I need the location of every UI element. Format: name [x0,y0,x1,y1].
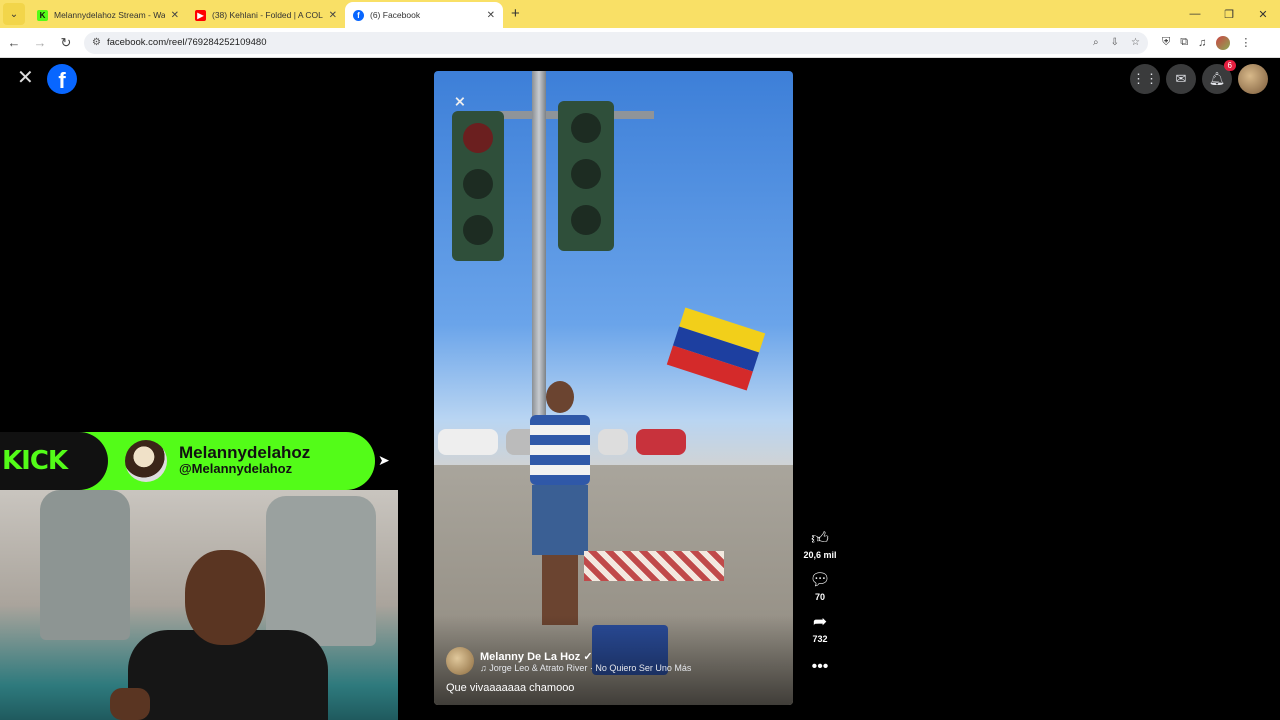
close-tab-icon[interactable]: ✕ [329,10,337,21]
music-note-icon: ♫ [480,662,487,673]
chair [266,496,376,646]
facebook-logo-icon[interactable]: f [47,64,77,94]
kick-logo: KICK [0,432,108,490]
close-window-icon[interactable]: ✕ [1246,0,1280,28]
media-control-icon[interactable]: ♫ [1198,37,1206,49]
coffee-table [584,551,724,581]
cars [434,429,793,463]
close-tab-icon[interactable]: ✕ [487,10,495,21]
verified-icon: ✓ [583,650,593,663]
tab-title: (6) Facebook [370,10,421,20]
tab-search-button[interactable]: ⌄ [3,3,25,25]
menu-kebab-icon[interactable]: ⋮ [1240,36,1251,49]
reel-caption: Que vivaaaaaaa chamooo [446,682,575,694]
menu-grid-icon[interactable]: ⋮⋮ [1130,64,1160,94]
account-avatar[interactable] [1238,64,1268,94]
venezuela-flag [666,307,766,391]
streamer-avatar [125,440,167,482]
tab-title: Melannydelahoz Stream - Watc [54,10,165,20]
tab-strip: ⌄ K Melannydelahoz Stream - Watc ✕ ▶ (38… [0,0,1280,28]
comment-count: 70 [814,592,825,602]
streamer-name: Melannydelahoz [179,443,311,462]
streamer-head [185,550,265,645]
streamer-handle: @Melannydelahoz [179,461,293,476]
tab-youtube[interactable]: ▶ (38) Kehlani - Folded | A COLOR ✕ [187,2,345,28]
back-icon[interactable]: ← [2,31,26,55]
share-count: 732 [812,634,828,644]
share-button[interactable]: ➦ 732 [812,612,827,644]
address-bar[interactable]: ⚙ facebook.com/reel/769284252109480 ⌕ ⇩ … [84,31,1148,54]
youtube-icon: ▶ [195,9,206,21]
streamer-hand [110,688,150,720]
tab-facebook[interactable]: f (6) Facebook ✕ [345,2,503,28]
install-app-icon[interactable]: ⇩ [1111,37,1119,48]
top-right-nav: ⋮⋮ ✉ 🔔︎ 6 [1130,60,1268,94]
comment-button[interactable]: 💬︎ 70 [809,570,831,602]
url-text: facebook.com/reel/769284252109480 [106,37,267,48]
reel-author[interactable]: Melanny De La Hoz ✓ ♫ Jorge Leo & Atrato… [446,647,691,675]
new-tab-button[interactable]: + [511,5,520,22]
author-name[interactable]: Melanny De La Hoz ✓ [480,650,691,663]
profile-icon[interactable] [1216,35,1231,50]
facebook-icon: f [353,9,364,21]
thumbs-up-icon: 👍︎ [811,529,829,548]
reload-icon[interactable]: ↻ [54,31,78,55]
tab-title: (38) Kehlani - Folded | A COLOR [212,10,323,20]
kick-icon: K [37,9,48,21]
forward-icon[interactable]: → [28,31,52,55]
bookmark-star-icon[interactable]: ☆ [1131,37,1140,48]
mouse-cursor-icon: ➤ [378,452,390,468]
author-avatar[interactable] [446,647,474,675]
more-options-icon[interactable]: ••• [812,658,829,676]
notifications-bell-icon[interactable]: 🔔︎ 6 [1202,60,1236,94]
window-controls: — ❐ ✕ [1178,0,1280,28]
capcut-watermark-icon: ⨯ [454,93,466,109]
site-info-icon[interactable]: ⚙ [92,37,101,48]
browser-toolbar: ← → ↻ ⚙ facebook.com/reel/76928425210948… [0,28,1280,58]
tab-kick[interactable]: K Melannydelahoz Stream - Watc ✕ [29,2,187,28]
woman-figure [514,381,604,631]
share-icon: ➦ [812,612,828,631]
like-button[interactable]: 👍︎ 20,6 mil [803,528,836,560]
extensions-area: ⛨ ⧉ ♫ ⋮ [1162,35,1251,50]
traffic-light [558,101,614,251]
reel-video[interactable]: ⨯ Melanny De La Hoz ✓ ♫ Jorge Leo & Atra… [434,71,793,705]
messenger-icon[interactable]: ✉ [1166,64,1196,94]
traffic-light [452,111,504,261]
close-icon[interactable]: ✕ [17,68,37,88]
minimize-icon[interactable]: — [1178,0,1212,28]
restore-icon[interactable]: ❐ [1212,0,1246,28]
shield-icon[interactable]: ⛨ [1162,36,1170,49]
zoom-icon[interactable]: ⌕ [1093,37,1099,48]
comment-icon: 💬︎ [809,570,831,589]
chair [40,490,130,640]
reel-actions: 👍︎ 20,6 mil 💬︎ 70 ➦ 732 ••• [800,528,840,676]
reel-song[interactable]: ♫ Jorge Leo & Atrato River · No Quiero S… [480,663,691,673]
like-count: 20,6 mil [803,550,837,560]
close-tab-icon[interactable]: ✕ [171,10,179,21]
notification-badge: 6 [1223,60,1236,71]
extensions-icon[interactable]: ⧉ [1180,36,1188,49]
webcam-feed [0,490,398,720]
